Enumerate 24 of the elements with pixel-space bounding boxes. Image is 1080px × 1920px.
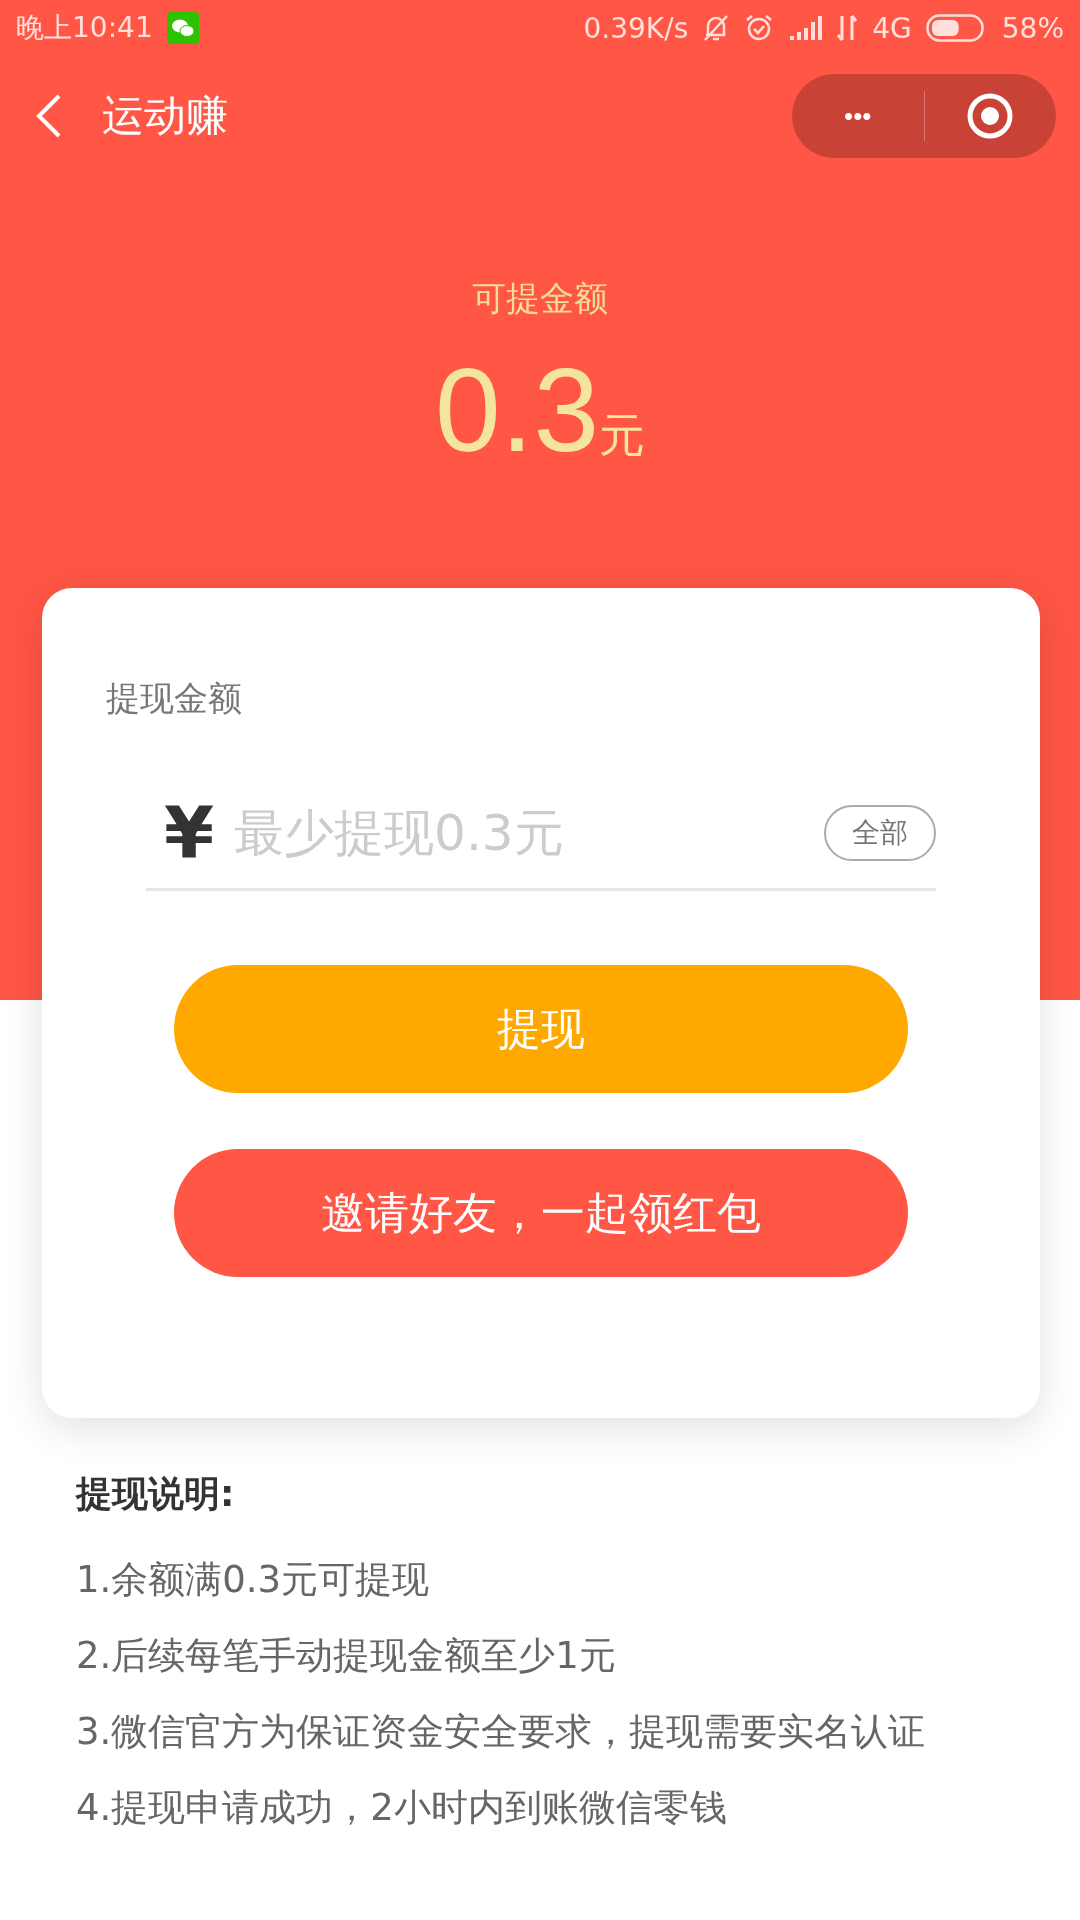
status-time: 晚上10:41 [16,10,153,46]
balance-unit: 元 [599,407,645,464]
bell-off-icon [702,13,731,43]
page-title: 运动赚 [102,90,228,142]
invite-button[interactable]: 邀请好友，一起领红包 [174,1149,908,1277]
note-item: 1.余额满0.3元可提现 [76,1557,431,1603]
all-button[interactable]: 全部 [824,805,936,861]
note-item: 2.后续每笔手动提现金额至少1元 [76,1633,617,1679]
network-speed: 0.39K/s [583,11,689,45]
notes-title: 提现说明: [76,1472,236,1516]
network-type: 4G [872,11,912,45]
more-button[interactable]: ••• [792,74,924,158]
target-icon [966,92,1015,140]
currency-sign: ¥ [164,791,215,875]
battery-percent: 58% [1001,11,1064,45]
signal-icon [788,16,823,40]
note-item: 3.微信官方为保证资金安全要求，提现需要实名认证 [76,1709,926,1755]
balance-label: 可提金额 [472,277,608,320]
chat-app-icon [166,12,199,44]
balance-amount: 0.3 [434,343,599,478]
note-item: 4.提现申请成功，2小时内到账微信零钱 [76,1785,728,1831]
back-icon[interactable] [36,94,62,138]
data-arrows-icon [836,14,859,42]
amount-label: 提现金额 [106,677,243,720]
